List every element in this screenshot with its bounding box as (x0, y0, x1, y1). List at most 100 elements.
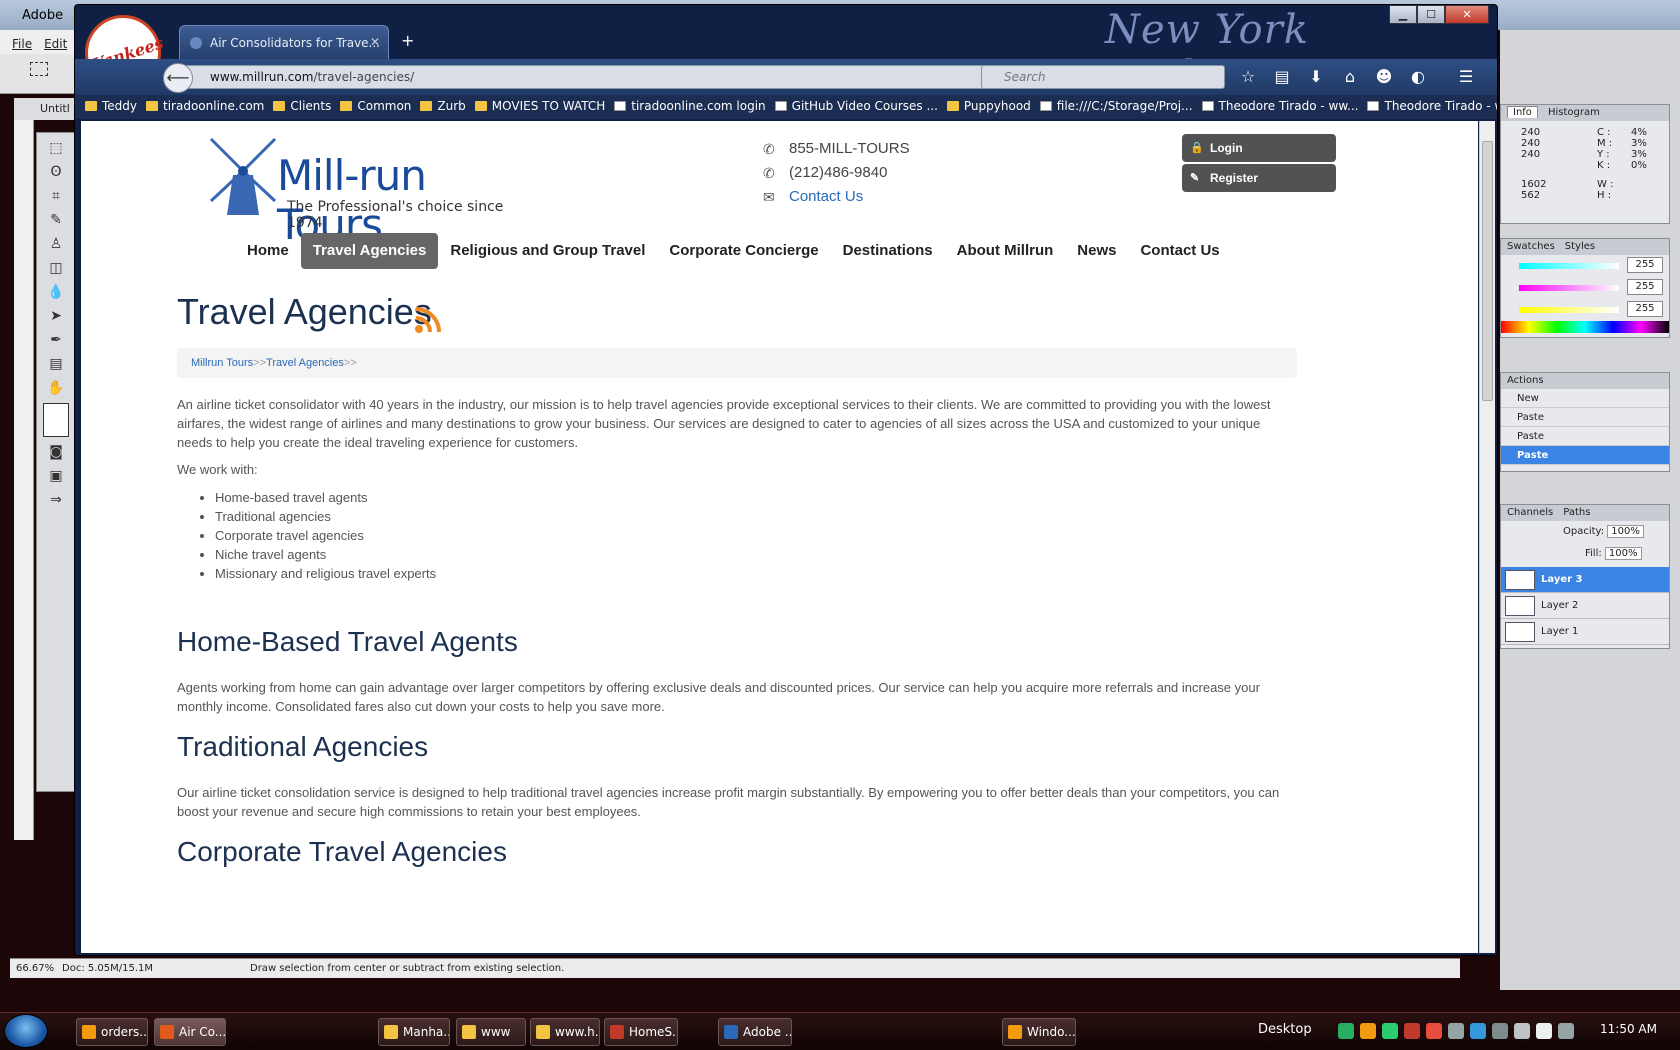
marquee-icon[interactable] (30, 62, 48, 76)
paths-tab[interactable]: Paths (1563, 507, 1590, 518)
search-input[interactable]: Search (981, 65, 1225, 89)
taskbar-item[interactable]: www (456, 1018, 526, 1046)
menu-file[interactable]: File (12, 37, 32, 51)
bookmark-folder[interactable]: Puppyhood (946, 95, 1031, 117)
tray-icon[interactable] (1536, 1023, 1552, 1039)
taskbar-item[interactable]: Air Co... (154, 1018, 226, 1046)
tray-icon[interactable] (1558, 1023, 1574, 1039)
crop-tool-icon[interactable]: ⌗ (44, 187, 68, 205)
lasso-tool-icon[interactable]: ʘ (44, 163, 68, 181)
screen-mode-icon[interactable]: ▣ (44, 467, 68, 485)
history-item[interactable]: Paste (1501, 427, 1669, 446)
register-button[interactable]: ✎ Register (1182, 164, 1336, 192)
bookmark-folder[interactable]: tiradoonline.com (146, 95, 264, 117)
doc-size[interactable]: Doc: 5.05M/15.1M (62, 963, 153, 974)
reading-list-icon[interactable]: ▤ (1271, 67, 1293, 87)
nav-item-home[interactable]: Home (235, 233, 301, 269)
history-item[interactable]: New (1501, 389, 1669, 408)
tray-icon[interactable] (1470, 1023, 1486, 1039)
blur-tool-icon[interactable]: 💧 (44, 283, 68, 301)
taskbar-item[interactable]: HomeS... (604, 1018, 678, 1046)
breadcrumb-current[interactable]: Travel Agencies (266, 357, 344, 369)
bookmark-folder[interactable]: Teddy (85, 95, 137, 117)
close-icon[interactable]: ✕ (1445, 5, 1489, 24)
menu-edit[interactable]: Edit (44, 37, 67, 51)
millrun-logo[interactable]: Mill-run Tours The Professional's choice… (207, 135, 527, 249)
minimize-icon[interactable]: ▁ (1389, 5, 1417, 24)
scrollbar-thumb[interactable] (1482, 141, 1493, 401)
browser-tab[interactable]: Air Consolidators for Trave... ✕ (179, 25, 389, 59)
taskbar-item[interactable]: orders... (76, 1018, 148, 1046)
bookmark-link[interactable]: tiradoonline.com login (614, 95, 766, 117)
bookmark-folder[interactable]: Clients (273, 95, 331, 117)
tab-close-icon[interactable]: ✕ (370, 35, 380, 49)
info-tab[interactable]: Info (1507, 106, 1538, 118)
eraser-tool-icon[interactable]: ◫ (44, 259, 68, 277)
nav-item-news[interactable]: News (1065, 233, 1128, 269)
bookmark-link[interactable]: Theodore Tirado - ww... (1367, 95, 1497, 117)
channels-tab[interactable]: Channels (1507, 507, 1553, 518)
hand-tool-icon[interactable]: ✋ (44, 379, 68, 397)
bookmark-folder[interactable]: Common (340, 95, 411, 117)
home-icon[interactable]: ⌂ (1339, 67, 1361, 87)
bookmark-folder[interactable]: Zurb (420, 95, 466, 117)
stamp-tool-icon[interactable]: ♙ (44, 235, 68, 253)
history-item[interactable]: Paste (1501, 408, 1669, 427)
nav-item-destinations[interactable]: Destinations (831, 233, 945, 269)
red-slider[interactable]: 255 (1501, 255, 1669, 277)
bookmark-folder[interactable]: MOVIES TO WATCH (474, 95, 605, 117)
taskbar-item[interactable]: Windo... (1002, 1018, 1076, 1046)
nav-item-travel-agencies[interactable]: Travel Agencies (300, 233, 439, 269)
history-item-selected[interactable]: Paste (1501, 446, 1669, 465)
nav-item-contact-us[interactable]: Contact Us (1128, 233, 1231, 269)
url-bar[interactable]: www.millrun.com/travel-agencies/ (185, 65, 995, 89)
system-clock[interactable]: 11:50 AM (1600, 1022, 1657, 1036)
quick-mask-icon[interactable]: ◙ (44, 443, 68, 461)
blue-slider[interactable]: 255 (1501, 299, 1669, 321)
styles-tab[interactable]: Styles (1565, 241, 1595, 252)
start-button[interactable] (4, 1014, 48, 1048)
desktop-toolbar-label[interactable]: Desktop (1258, 1022, 1312, 1037)
histogram-tab[interactable]: Histogram (1548, 107, 1600, 118)
page-scrollbar[interactable] (1479, 121, 1495, 953)
contact-us-link[interactable]: Contact Us (789, 188, 863, 205)
maximize-icon[interactable]: ☐ (1417, 5, 1445, 24)
tray-icon[interactable] (1448, 1023, 1464, 1039)
color-swatches-icon[interactable] (43, 403, 69, 437)
color-ramp[interactable] (1501, 321, 1669, 333)
taskbar-item[interactable]: www.h... (530, 1018, 600, 1046)
chat-icon[interactable]: ☻ (1373, 67, 1395, 87)
download-icon[interactable]: ⬇ (1305, 67, 1327, 87)
bookmark-link[interactable]: Theodore Tirado - ww... (1201, 95, 1358, 117)
bookmark-star-icon[interactable]: ☆ (1237, 67, 1259, 87)
login-button[interactable]: 🔒 Login (1182, 134, 1336, 162)
green-slider[interactable]: 255 (1501, 277, 1669, 299)
opacity-value[interactable]: 100% (1607, 525, 1644, 538)
taskbar-item[interactable]: Adobe ... (718, 1018, 792, 1046)
rss-icon[interactable] (414, 306, 442, 334)
actions-tab[interactable]: Actions (1507, 375, 1544, 386)
notes-tool-icon[interactable]: ▤ (44, 355, 68, 373)
tray-icon[interactable] (1514, 1023, 1530, 1039)
nav-item-corporate-concierge[interactable]: Corporate Concierge (657, 233, 830, 269)
jump-to-icon[interactable]: ⇒ (44, 491, 68, 509)
addon-icon[interactable]: ◐ (1407, 67, 1429, 87)
tray-icon[interactable] (1404, 1023, 1420, 1039)
layer-row[interactable]: Layer 3 (1501, 567, 1669, 593)
taskbar-item[interactable]: Manha... (378, 1018, 450, 1046)
pen-tool-icon[interactable]: ✒ (44, 331, 68, 349)
bookmark-link[interactable]: GitHub Video Courses ... (774, 95, 938, 117)
brush-tool-icon[interactable]: ✎ (44, 211, 68, 229)
tray-icon[interactable] (1338, 1023, 1354, 1039)
breadcrumb-home[interactable]: Millrun Tours (191, 357, 253, 369)
move-tool-icon[interactable]: ➤ (44, 307, 68, 325)
layer-row[interactable]: Layer 2 (1501, 593, 1669, 619)
layer-row[interactable]: Layer 1 (1501, 619, 1669, 645)
marquee-tool-icon[interactable]: ⬚ (44, 139, 68, 157)
tray-icon[interactable] (1360, 1023, 1376, 1039)
swatches-tab[interactable]: Swatches (1507, 241, 1555, 252)
new-tab-icon[interactable]: + (401, 31, 414, 50)
nav-item-religious-and-group-travel[interactable]: Religious and Group Travel (438, 233, 657, 269)
menu-icon[interactable]: ☰ (1455, 67, 1477, 87)
back-icon[interactable]: ⟵ (163, 63, 193, 93)
